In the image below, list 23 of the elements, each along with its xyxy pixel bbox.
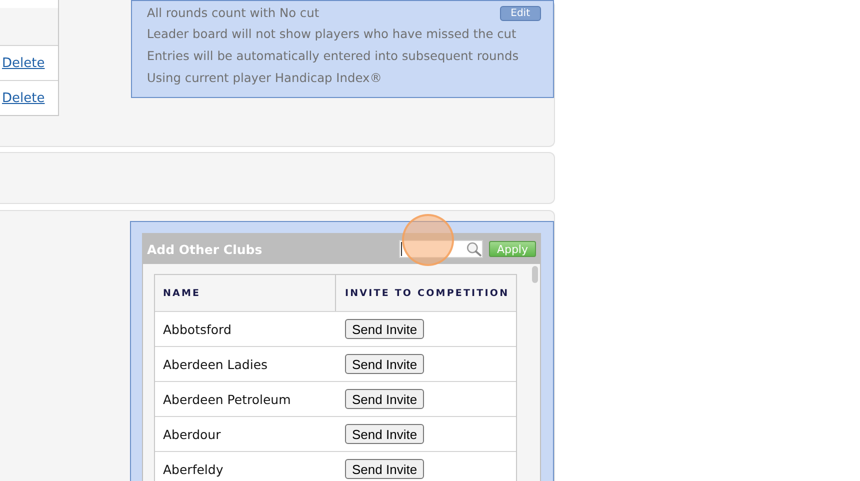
column-header: INVITE TO COMPETITION <box>344 286 510 300</box>
club-name: Aberdour <box>162 426 222 444</box>
club-name: Aberdeen Petroleum <box>162 390 292 408</box>
setting-text: All rounds count with No cut <box>146 6 320 20</box>
send-invite-button[interactable]: Send Invite <box>345 424 424 444</box>
delete-link[interactable]: Delete <box>0 56 45 70</box>
setting-text: Leader board will not show players who have missed the cut <box>146 27 516 41</box>
delete-link[interactable]: Delete <box>0 90 45 106</box>
click-indicator <box>402 214 454 266</box>
search-field[interactable] <box>398 240 483 258</box>
club-name: Aberdeen Ladies <box>162 356 269 374</box>
setting-text: Using current player Handicap Index® <box>146 71 382 85</box>
club-name: Aberfeldy <box>162 460 224 479</box>
card-title: Add Other Clubs <box>147 242 264 256</box>
club-name: Abbotsford <box>162 320 232 338</box>
send-invite-button[interactable]: Send Invite <box>345 354 424 374</box>
setting-text: Entries will be automatically entered into subsequent rounds <box>146 49 519 63</box>
column-header: NAME <box>155 275 336 311</box>
send-invite-button[interactable]: Send Invite <box>345 319 424 339</box>
send-invite-button[interactable]: Send Invite <box>345 389 424 409</box>
search-icon <box>466 240 482 258</box>
send-invite-button[interactable]: Send Invite <box>345 459 424 479</box>
scrollbar-thumb[interactable] <box>532 266 538 283</box>
